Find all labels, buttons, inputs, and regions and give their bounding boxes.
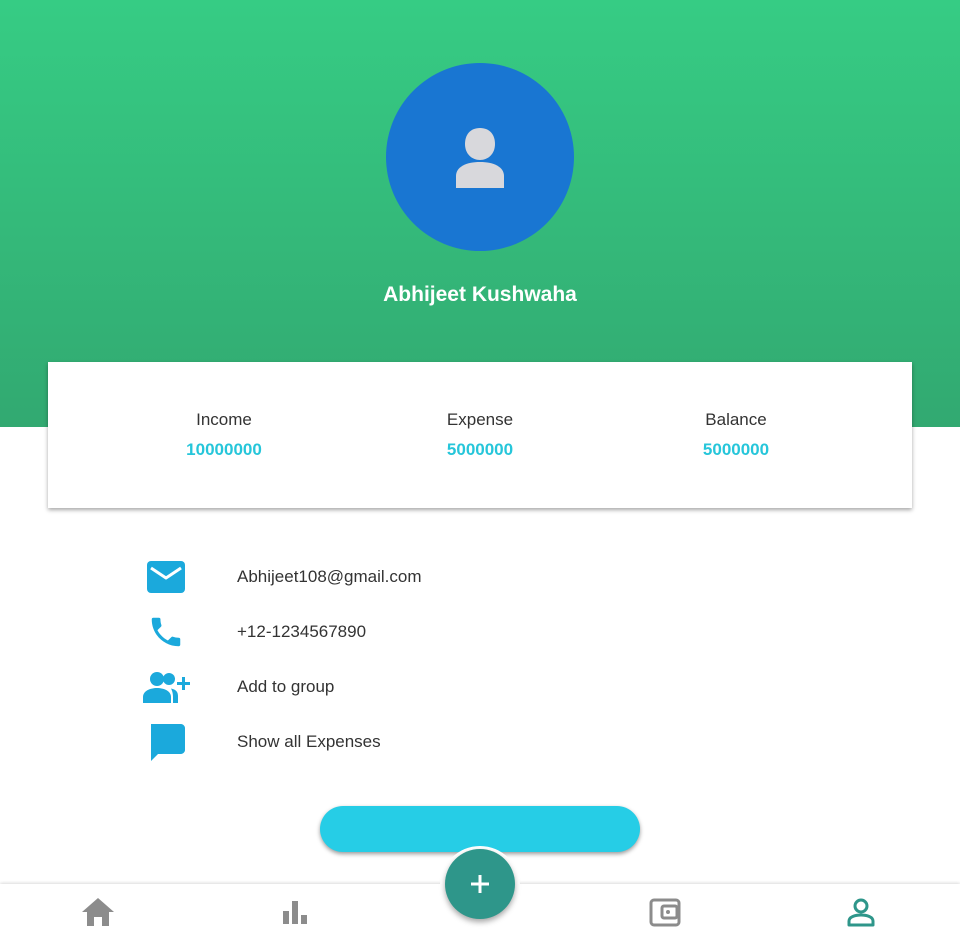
- nav-wallet[interactable]: [645, 894, 685, 930]
- expense-label: Expense: [446, 410, 514, 429]
- add-to-group-text: Add to group: [237, 677, 335, 696]
- plus-icon: [471, 875, 489, 893]
- income-stat: Income 10000000: [124, 410, 324, 460]
- income-value: 10000000: [186, 440, 262, 459]
- profile-name: Abhijeet Kushwaha: [383, 283, 577, 306]
- balance-label: Balance: [705, 410, 767, 429]
- wallet-icon: [649, 898, 681, 927]
- nav-profile[interactable]: [841, 894, 881, 930]
- email-icon: [140, 555, 192, 599]
- nav-statistics[interactable]: [275, 894, 315, 930]
- expense-value: 5000000: [446, 440, 514, 459]
- phone-text: +12-1234567890: [237, 622, 367, 641]
- add-button[interactable]: [445, 849, 515, 919]
- phone-row[interactable]: +12-1234567890: [140, 610, 740, 654]
- profile-icon: [847, 898, 875, 927]
- phone-icon: [140, 610, 192, 654]
- add-to-group-row[interactable]: Add to group: [140, 665, 740, 709]
- person-icon: [456, 128, 504, 188]
- summary-card: Income 10000000 Expense 5000000 Balance …: [48, 362, 912, 508]
- nav-home[interactable]: [78, 894, 118, 930]
- group-add-icon: [140, 665, 192, 709]
- email-text: Abhijeet108@gmail.com: [237, 567, 422, 586]
- email-row[interactable]: Abhijeet108@gmail.com: [140, 555, 740, 599]
- home-icon: [82, 898, 114, 926]
- show-expenses-row[interactable]: Show all Expenses: [140, 720, 740, 764]
- chat-bubble-icon: [140, 720, 192, 764]
- balance-value: 5000000: [702, 440, 770, 459]
- avatar[interactable]: [386, 63, 574, 251]
- show-expenses-text: Show all Expenses: [237, 732, 381, 751]
- expense-stat: Expense 5000000: [380, 410, 580, 460]
- bar-chart-icon: [283, 901, 307, 924]
- balance-stat: Balance 5000000: [636, 410, 836, 460]
- income-label: Income: [196, 410, 252, 429]
